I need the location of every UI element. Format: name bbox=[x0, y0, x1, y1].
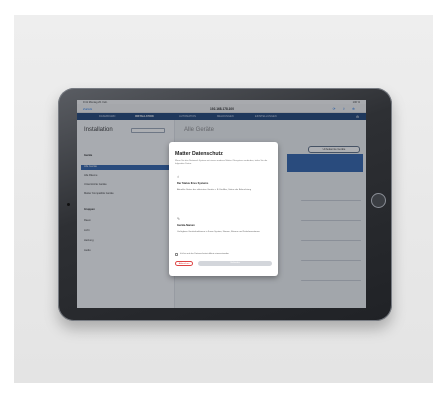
status-text: Aktueller Status der aktivierten Geräte … bbox=[177, 189, 252, 191]
camera-icon bbox=[67, 203, 70, 206]
connect-button[interactable]: Verbinden bbox=[198, 261, 272, 266]
matter-privacy-dialog: Matter Datenschutz Wenn Sie das Netzwerk… bbox=[169, 142, 278, 276]
home-button[interactable] bbox=[371, 193, 386, 208]
dialog-title: Matter Datenschutz bbox=[175, 151, 223, 157]
consent-checkbox[interactable] bbox=[175, 253, 178, 256]
device-names-text: Verfügbare Gerätefunktionen in Ihrem Sys… bbox=[177, 231, 260, 233]
tablet-screen: 9:41 Montag 20. Feb. 100 % Zurück 192.16… bbox=[77, 100, 366, 308]
consent-label: Ich bin mit der Datenschutzrichtlinie ei… bbox=[180, 253, 229, 255]
cancel-button[interactable]: Abbrechen bbox=[175, 261, 193, 266]
hand-icon: ☝ bbox=[177, 175, 180, 179]
dialog-intro: Wenn Sie das Netzwerk System mit einem a… bbox=[175, 160, 268, 165]
pencil-icon: ✎ bbox=[177, 217, 181, 221]
device-names-heading: Geräte-Namen bbox=[177, 224, 195, 227]
status-heading: Der Status Ihres Systems bbox=[177, 182, 209, 185]
